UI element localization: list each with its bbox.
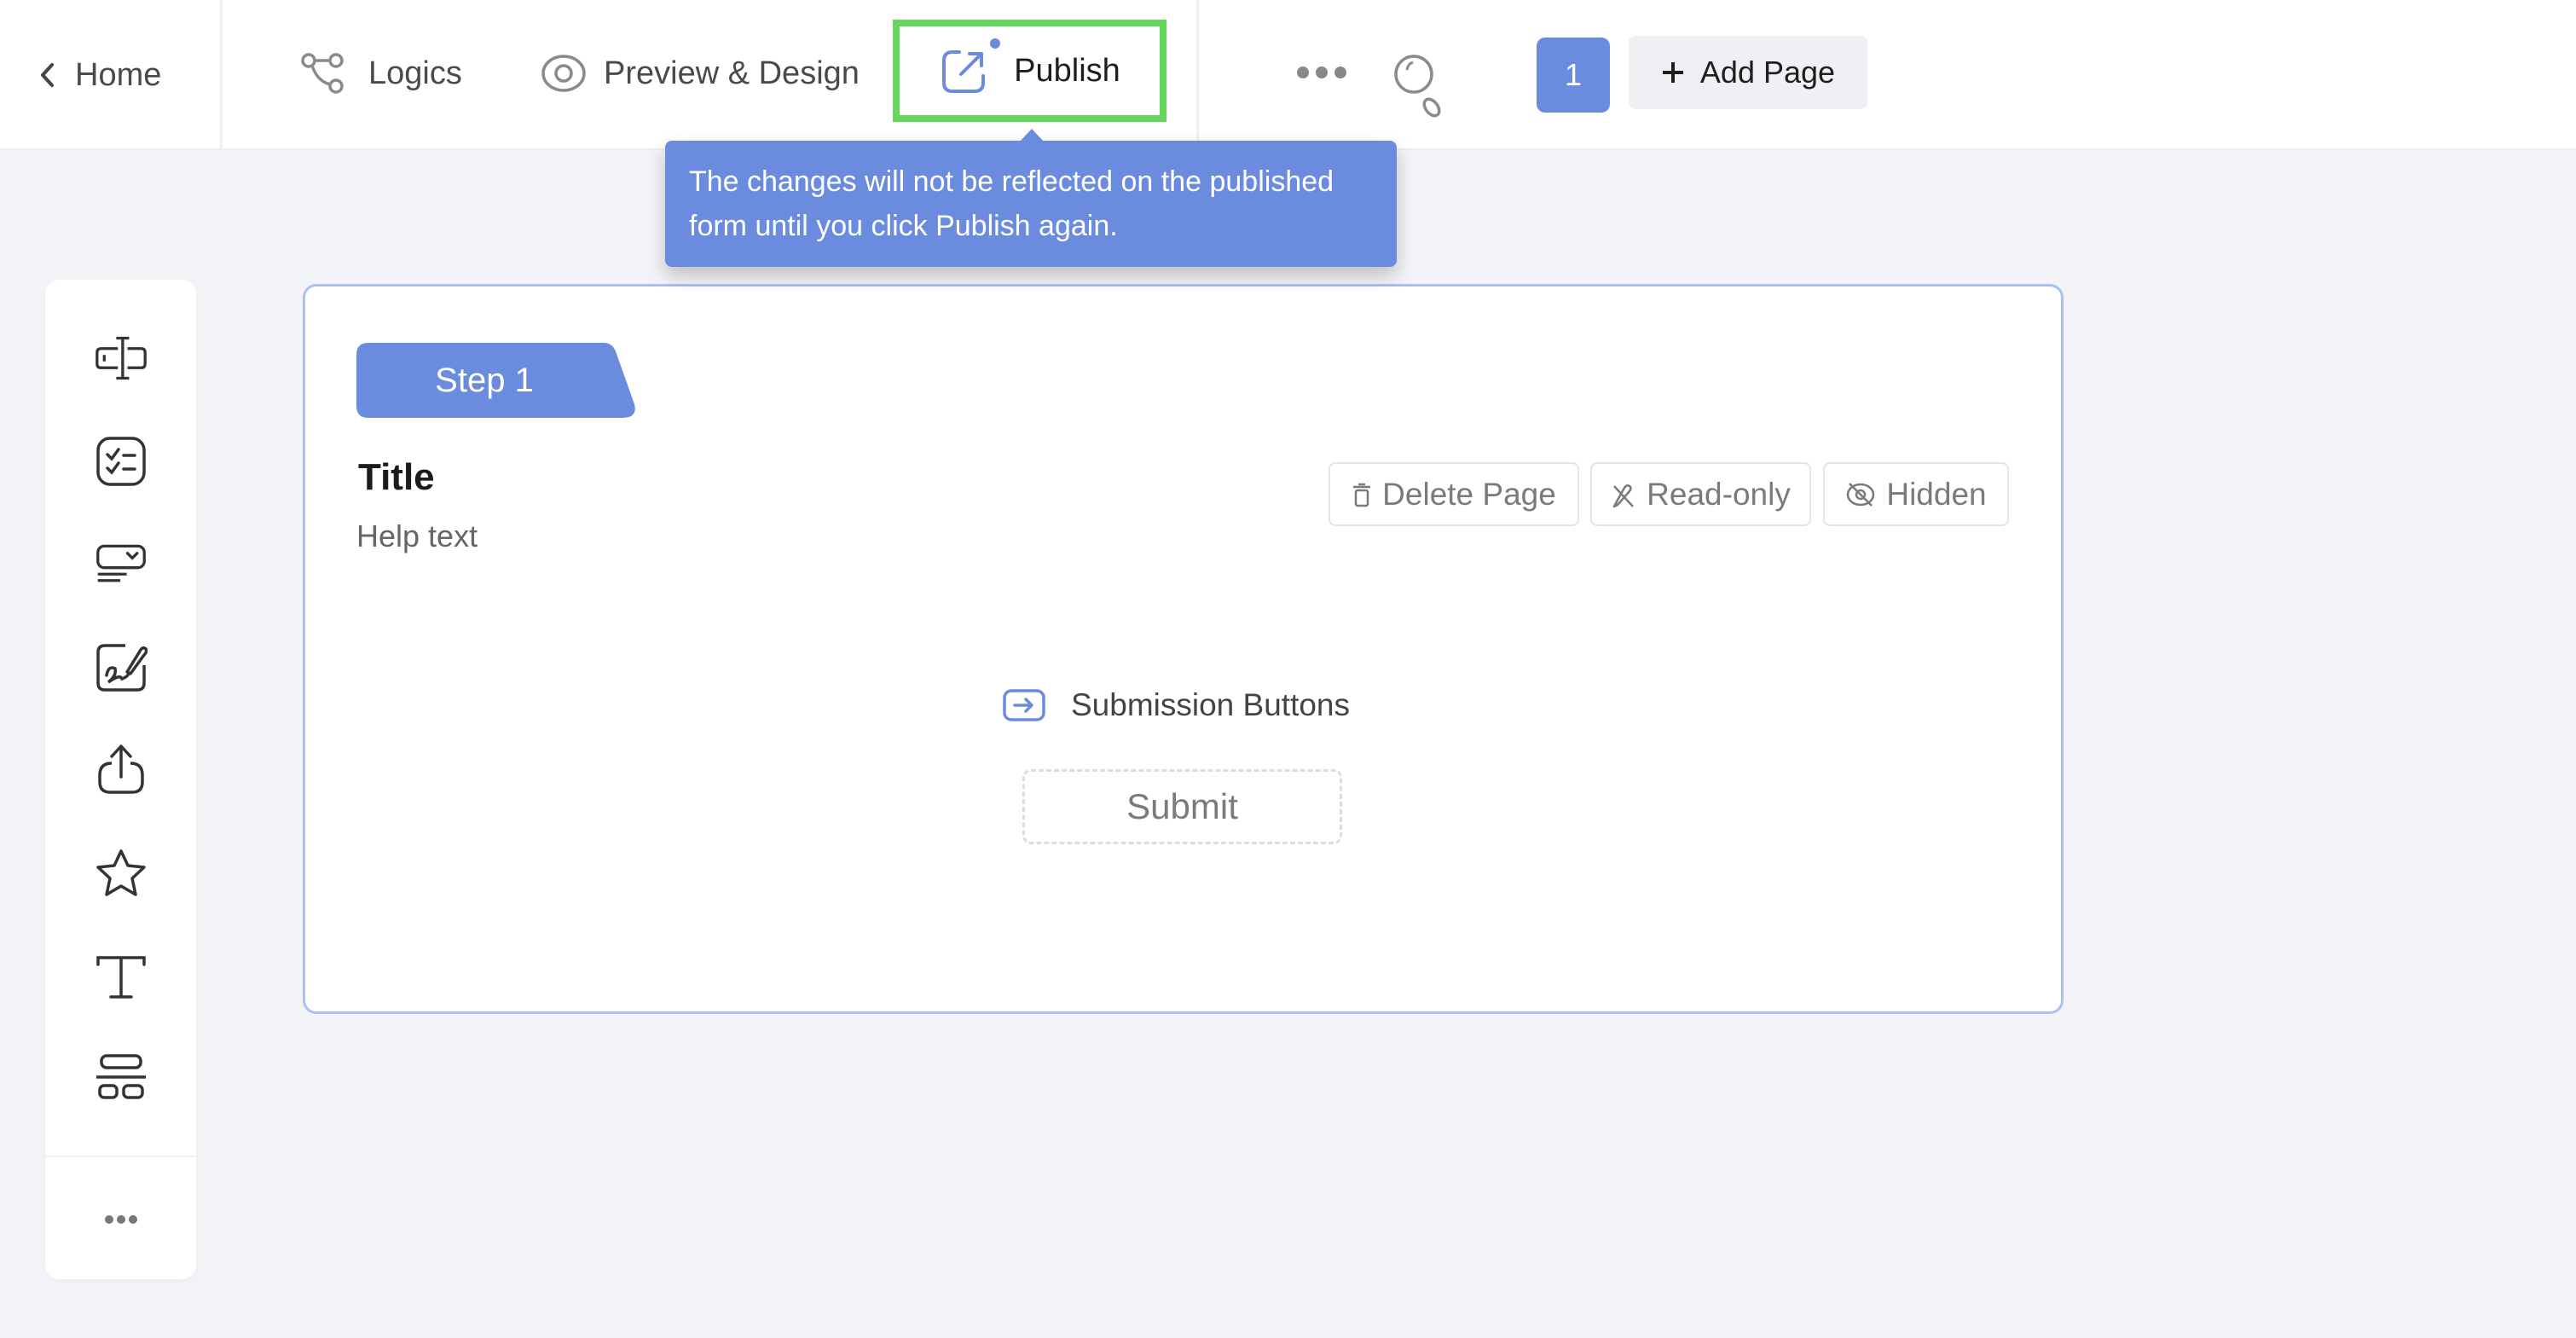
sidebar-item-upload[interactable]	[95, 743, 148, 796]
add-page-button[interactable]: Add Page	[1629, 36, 1867, 109]
tooltip-text-line1: The changes will not be reflected on the…	[689, 165, 1334, 198]
search-icon	[1394, 55, 1441, 118]
eye-off-icon	[1847, 482, 1875, 507]
step-tab[interactable]: Step 1	[356, 343, 635, 418]
sidebar-item-rating[interactable]	[95, 847, 148, 900]
sidebar-item-text[interactable]	[95, 950, 148, 1003]
hidden-button[interactable]: Hidden	[1823, 462, 2009, 526]
text-icon	[96, 956, 146, 999]
sidebar-item-text-input[interactable]	[95, 332, 148, 385]
add-page-label: Add Page	[1699, 55, 1836, 90]
tab-preview-design[interactable]: Preview & Design	[541, 48, 860, 99]
star-rating-icon	[96, 849, 146, 896]
submission-buttons-header: Submission Buttons	[1003, 687, 1350, 723]
tab-publish-label: Publish	[1014, 52, 1120, 89]
home-link[interactable]: Home	[38, 49, 161, 101]
top-header: Home Logics Preview & Design Publish 1 A…	[0, 0, 2576, 150]
read-only-button[interactable]: Read-only	[1590, 462, 1811, 526]
eye-icon	[541, 55, 586, 92]
sidebar-item-checklist[interactable]	[95, 435, 148, 488]
plus-icon	[1662, 62, 1683, 83]
submit-arrow-icon	[1003, 689, 1045, 721]
layout-icon	[96, 1054, 146, 1099]
sidebar-item-layout[interactable]	[95, 1051, 148, 1104]
header-divider	[1196, 0, 1199, 150]
sidebar-item-signature[interactable]	[95, 641, 148, 694]
tab-publish[interactable]: Publish	[893, 20, 1166, 122]
component-sidebar	[45, 280, 196, 1279]
upload-icon	[98, 744, 144, 794]
read-only-label: Read-only	[1647, 476, 1791, 512]
tab-preview-design-label: Preview & Design	[604, 55, 860, 91]
delete-page-label: Delete Page	[1382, 476, 1556, 512]
pencil-off-icon	[1612, 484, 1635, 507]
notification-dot	[990, 38, 1001, 49]
page-help-text[interactable]: Help text	[356, 518, 478, 554]
more-options-button[interactable]	[1296, 61, 1347, 84]
more-horizontal-icon	[1297, 67, 1346, 78]
tooltip-arrow	[1020, 129, 1044, 142]
tooltip-text-line2: form until you click Publish again.	[689, 210, 1118, 242]
tab-logics[interactable]: Logics	[300, 48, 462, 99]
text-input-icon	[96, 336, 147, 380]
sidebar-more-button[interactable]	[95, 1202, 148, 1237]
logic-flow-icon	[301, 53, 344, 94]
dropdown-icon	[96, 544, 146, 582]
sidebar-divider	[45, 1156, 196, 1157]
external-link-icon	[939, 38, 1001, 96]
header-divider	[220, 0, 223, 150]
hidden-label: Hidden	[1886, 476, 1987, 512]
submit-button[interactable]: Submit	[1022, 769, 1342, 844]
sidebar-item-dropdown[interactable]	[95, 537, 148, 590]
step-label: Step 1	[435, 361, 534, 399]
checklist-icon	[96, 437, 146, 486]
publish-tooltip: The changes will not be reflected on the…	[665, 141, 1397, 267]
trash-icon	[1353, 483, 1371, 507]
search-button[interactable]	[1393, 51, 1443, 123]
tab-logics-label: Logics	[368, 55, 462, 91]
delete-page-button[interactable]: Delete Page	[1329, 462, 1579, 526]
more-horizontal-icon	[105, 1215, 137, 1224]
home-label: Home	[75, 56, 162, 93]
signature-icon	[96, 644, 148, 692]
page-1-button[interactable]: 1	[1537, 38, 1610, 113]
chevron-left-icon	[41, 63, 54, 87]
submission-buttons-label: Submission Buttons	[1071, 687, 1351, 722]
page-title[interactable]: Title	[358, 456, 435, 499]
